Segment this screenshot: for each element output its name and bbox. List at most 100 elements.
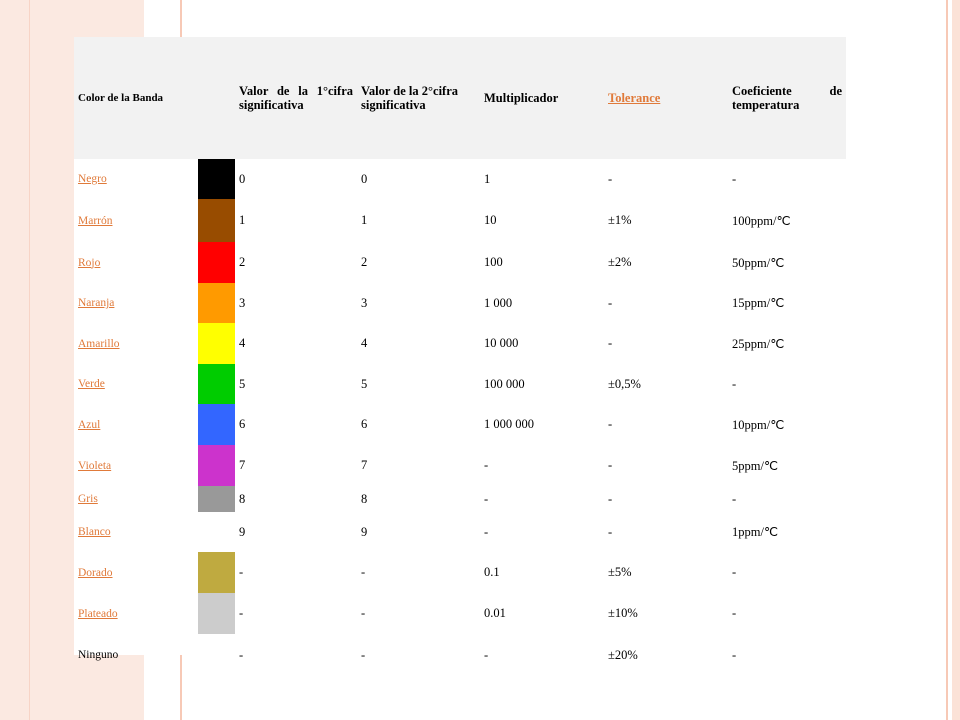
first-digit-cell: 5	[239, 376, 246, 391]
first-digit-cell: 9	[239, 524, 246, 539]
header-second-digit: Valor de la 2°cifra significativa	[361, 84, 459, 112]
header-tolerance-link[interactable]: Tolerance	[604, 37, 728, 159]
table-header-row: Color de la Banda Valor de la 1°cifra si…	[74, 37, 846, 159]
temp-coef-cell: 15ppm/℃	[732, 296, 785, 310]
second-digit-cell: 1	[361, 213, 368, 227]
color-swatch	[198, 593, 235, 634]
color-name-link[interactable]: Naranja	[74, 283, 198, 323]
temp-coef-cell: -	[732, 491, 737, 506]
temp-coef-cell: 100ppm/℃	[732, 213, 791, 228]
color-name-link[interactable]: Blanco	[74, 512, 198, 552]
header-color: Color de la Banda	[78, 92, 164, 104]
color-name-link[interactable]: Dorado	[74, 552, 198, 593]
tolerance-cell: -	[608, 458, 613, 472]
first-digit-cell: 6	[239, 417, 246, 431]
table-row: Amarillo 4 4 10 000 - 25ppm/℃	[74, 323, 846, 364]
second-digit-cell: 5	[361, 376, 368, 391]
table-row: Plateado - - 0.01 ±10% -	[74, 593, 846, 634]
second-digit-cell: 8	[361, 491, 368, 506]
multiplier-cell: -	[484, 524, 489, 539]
color-name-link[interactable]: Violeta	[74, 445, 198, 486]
multiplier-cell: 0.01	[484, 606, 506, 620]
table-row: Blanco 9 9 - - 1ppm/℃	[74, 512, 846, 552]
temp-coef-cell: 1ppm/℃	[732, 525, 778, 539]
decorative-line	[946, 0, 948, 720]
tolerance-cell: ±20%	[608, 647, 638, 662]
first-digit-cell: 0	[239, 171, 246, 186]
table-row: Naranja 3 3 1 000 - 15ppm/℃	[74, 283, 846, 323]
tolerance-cell: -	[608, 336, 613, 350]
second-digit-cell: -	[361, 647, 366, 662]
resistor-color-table: Color de la Banda Valor de la 1°cifra si…	[74, 37, 846, 676]
color-swatch	[198, 159, 235, 199]
first-digit-cell: 8	[239, 491, 246, 506]
tolerance-cell: -	[608, 417, 613, 431]
temp-coef-cell: -	[732, 565, 737, 579]
color-name-link[interactable]: Gris	[74, 486, 198, 512]
color-name-link[interactable]: Marrón	[74, 199, 198, 242]
color-swatch	[198, 404, 235, 445]
tolerance-cell: -	[608, 491, 613, 506]
color-name-link[interactable]: Negro	[74, 159, 198, 199]
table-row: Rojo 2 2 100 ±2% 50ppm/℃	[74, 242, 846, 283]
tolerance-cell: -	[608, 524, 613, 539]
slide: Color de la Banda Valor de la 1°cifra si…	[0, 0, 960, 720]
second-digit-cell: 6	[361, 417, 368, 431]
first-digit-cell: 2	[239, 255, 246, 269]
color-swatch	[198, 552, 235, 593]
first-digit-cell: 1	[239, 213, 246, 227]
first-digit-cell: -	[239, 647, 244, 662]
color-swatch	[198, 486, 235, 512]
table-row: Ninguno - - - ±20% -	[74, 634, 846, 676]
color-name-link[interactable]: Rojo	[74, 242, 198, 283]
multiplier-cell: -	[484, 458, 489, 472]
color-swatch	[198, 242, 235, 283]
header-multiplier: Multiplicador	[484, 91, 559, 105]
color-name-link[interactable]: Plateado	[74, 593, 198, 634]
multiplier-cell: -	[484, 647, 489, 662]
table-row: Negro 0 0 1 - -	[74, 159, 846, 199]
color-code-table: Color de la Banda Valor de la 1°cifra si…	[74, 37, 846, 676]
color-swatch	[198, 445, 235, 486]
temp-coef-cell: -	[732, 606, 737, 620]
temp-coef-cell: 50ppm/℃	[732, 255, 785, 270]
tolerance-cell: ±5%	[608, 565, 632, 579]
color-swatch	[198, 323, 235, 364]
second-digit-cell: 3	[361, 295, 368, 310]
first-digit-cell: 7	[239, 458, 246, 472]
second-digit-cell: 9	[361, 524, 368, 539]
temp-coef-cell: 10ppm/℃	[732, 417, 785, 432]
first-digit-cell: 4	[239, 336, 246, 350]
header-temp-coef: Coeficiente de temperatura	[732, 84, 842, 112]
temp-coef-cell: 5ppm/℃	[732, 458, 778, 473]
color-swatch	[198, 634, 235, 676]
first-digit-cell: 3	[239, 295, 246, 310]
second-digit-cell: -	[361, 565, 366, 579]
header-first-digit: Valor de la 1°cifra significativa	[239, 84, 353, 112]
color-name-link[interactable]: Azul	[74, 404, 198, 445]
tolerance-cell: ±1%	[608, 213, 632, 227]
color-name-link[interactable]: Amarillo	[74, 323, 198, 364]
multiplier-cell: -	[484, 491, 489, 506]
color-name-link[interactable]: Verde	[74, 364, 198, 404]
first-digit-cell: -	[239, 606, 244, 620]
table-row: Marrón 1 1 10 ±1% 100ppm/℃	[74, 199, 846, 242]
decorative-line	[29, 0, 30, 720]
color-swatch	[198, 199, 235, 242]
second-digit-cell: 0	[361, 171, 368, 186]
decorative-strip	[952, 0, 960, 720]
multiplier-cell: 10	[484, 213, 497, 227]
multiplier-cell: 1	[484, 171, 491, 186]
multiplier-cell: 100 000	[484, 376, 525, 391]
first-digit-cell: -	[239, 565, 244, 579]
multiplier-cell: 1 000	[484, 295, 513, 310]
multiplier-cell: 1 000 000	[484, 417, 534, 431]
table-row: Verde 5 5 100 000 ±0,5% -	[74, 364, 846, 404]
table-row: Dorado - - 0.1 ±5% -	[74, 552, 846, 593]
tolerance-cell: ±0,5%	[608, 376, 641, 391]
multiplier-cell: 0.1	[484, 565, 500, 579]
table-row: Azul 6 6 1 000 000 - 10ppm/℃	[74, 404, 846, 445]
table-row: Violeta 7 7 - - 5ppm/℃	[74, 445, 846, 486]
temp-coef-cell: -	[732, 376, 737, 391]
second-digit-cell: 2	[361, 255, 368, 269]
